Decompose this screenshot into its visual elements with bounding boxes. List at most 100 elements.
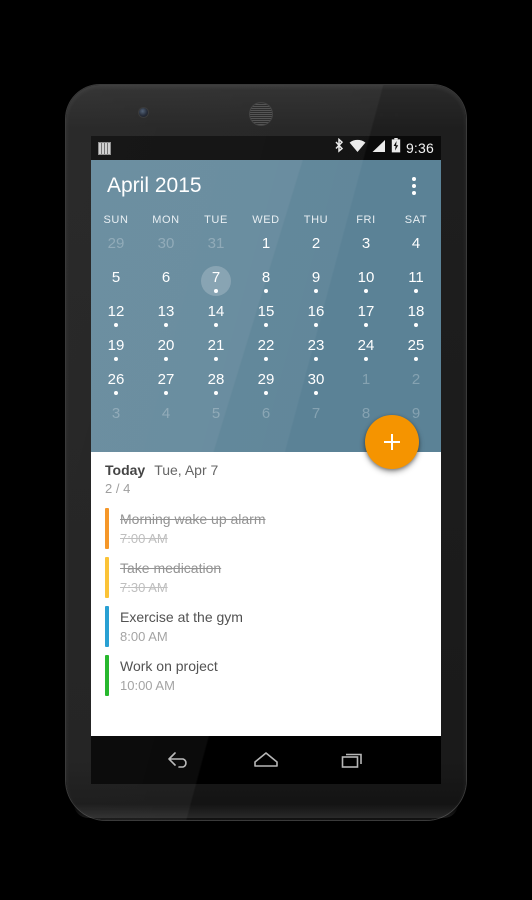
calendar-day-1[interactable]: 1 [341,368,391,402]
event-color-bar [105,655,109,696]
event-time: 7:30 AM [120,580,168,595]
event-color-bar [105,508,109,549]
event-list-item[interactable]: Work on project 10:00 AM [91,651,441,700]
today-date-label: Tue, Apr 7 [154,462,219,478]
day-number: 7 [211,269,221,286]
day-number: 30 [307,371,325,388]
calendar-day-22[interactable]: 22 [241,334,291,368]
weekday-tue: TUE [204,214,228,226]
event-list-item[interactable]: Morning wake up alarm 7:00 AM [91,504,441,553]
event-indicator-dot [114,357,118,361]
day-number: 3 [361,235,371,252]
day-number: 11 [408,269,424,286]
calendar-day-17[interactable]: 17 [341,300,391,334]
calendar-day-14[interactable]: 14 [191,300,241,334]
calendar-day-23[interactable]: 23 [291,334,341,368]
status-bar-right-group: 9:36 [334,137,434,158]
day-number: 5 [211,405,221,422]
event-indicator-dot [364,323,368,327]
phone-bottom-highlight [74,804,458,818]
calendar-day-4[interactable]: 4 [391,232,441,266]
calendar-day-3[interactable]: 3 [341,232,391,266]
day-number: 13 [157,303,175,320]
event-title: Work on project [120,658,218,674]
event-indicator-dot [414,289,418,293]
event-title: Exercise at the gym [120,609,243,625]
day-number: 20 [157,337,175,354]
calendar-day-grid[interactable]: 29 30 31 1 2 3 4 5 6 7 8 9 10 11 12 13 14 15 16 17 18 19 20 21 2… [91,232,441,436]
day-number: 29 [107,235,125,252]
calendar-day-19[interactable]: 19 [91,334,141,368]
back-icon[interactable] [153,740,205,780]
light-sensor-icon [394,112,399,117]
day-number: 22 [257,337,275,354]
day-number: 17 [357,303,375,320]
weekday-thu: THU [303,214,329,226]
calendar-day-28[interactable]: 28 [191,368,241,402]
day-number: 7 [311,405,321,422]
event-indicator-dot [214,289,218,293]
event-indicator-dot [364,289,368,293]
day-number: 19 [107,337,125,354]
day-number: 6 [261,405,271,422]
recents-icon[interactable] [327,740,379,780]
calendar-day-5[interactable]: 5 [191,402,241,436]
calendar-day-6[interactable]: 6 [141,266,191,300]
calendar-day-2[interactable]: 2 [391,368,441,402]
calendar-day-2[interactable]: 2 [291,232,341,266]
calendar-day-1[interactable]: 1 [241,232,291,266]
add-event-fab[interactable] [365,415,419,469]
calendar-day-3[interactable]: 3 [91,402,141,436]
event-list-item[interactable]: Exercise at the gym 8:00 AM [91,602,441,651]
calendar-day-18[interactable]: 18 [391,300,441,334]
day-number: 25 [407,337,425,354]
battery-charging-icon [391,138,401,158]
barcode-notification-icon [98,141,111,155]
calendar-day-11[interactable]: 11 [391,266,441,300]
event-indicator-dot [214,391,218,395]
event-color-bar [105,557,109,598]
calendar-day-27[interactable]: 27 [141,368,191,402]
plus-icon [384,434,400,450]
day-number: 2 [411,371,421,388]
calendar-day-29[interactable]: 29 [91,232,141,266]
calendar-day-21[interactable]: 21 [191,334,241,368]
calendar-day-12[interactable]: 12 [91,300,141,334]
event-title: Take medication [120,560,222,576]
app-toolbar: April 2015 [91,160,441,212]
day-number: 9 [411,405,421,422]
home-icon[interactable] [240,740,292,780]
calendar-day-20[interactable]: 20 [141,334,191,368]
calendar-day-30[interactable]: 30 [141,232,191,266]
calendar-day-13[interactable]: 13 [141,300,191,334]
calendar-day-10[interactable]: 10 [341,266,391,300]
day-number: 5 [111,269,121,286]
calendar-day-24[interactable]: 24 [341,334,391,368]
earpiece-speaker-icon [250,103,272,125]
event-list-item[interactable]: Take medication 7:30 AM [91,553,441,602]
event-indicator-dot [164,323,168,327]
day-number: 8 [261,269,271,286]
day-number: 10 [357,269,375,286]
calendar-day-5[interactable]: 5 [91,266,141,300]
day-number: 18 [407,303,425,320]
calendar-day-6[interactable]: 6 [241,402,291,436]
overflow-menu-icon[interactable] [399,167,429,205]
front-camera-icon [139,108,148,117]
calendar-day-26[interactable]: 26 [91,368,141,402]
calendar-day-31[interactable]: 31 [191,232,241,266]
calendar-day-25[interactable]: 25 [391,334,441,368]
calendar-day-9[interactable]: 9 [291,266,341,300]
calendar-day-7-today[interactable]: 7 [191,266,241,300]
calendar-day-29[interactable]: 29 [241,368,291,402]
calendar-day-7[interactable]: 7 [291,402,341,436]
calendar-day-30[interactable]: 30 [291,368,341,402]
calendar-day-15[interactable]: 15 [241,300,291,334]
day-number: 29 [257,371,275,388]
calendar-day-16[interactable]: 16 [291,300,341,334]
day-number: 1 [361,371,371,388]
event-time: 10:00 AM [120,678,175,693]
calendar-day-8[interactable]: 8 [241,266,291,300]
weekday-sat: SAT [404,214,428,226]
calendar-day-4[interactable]: 4 [141,402,191,436]
